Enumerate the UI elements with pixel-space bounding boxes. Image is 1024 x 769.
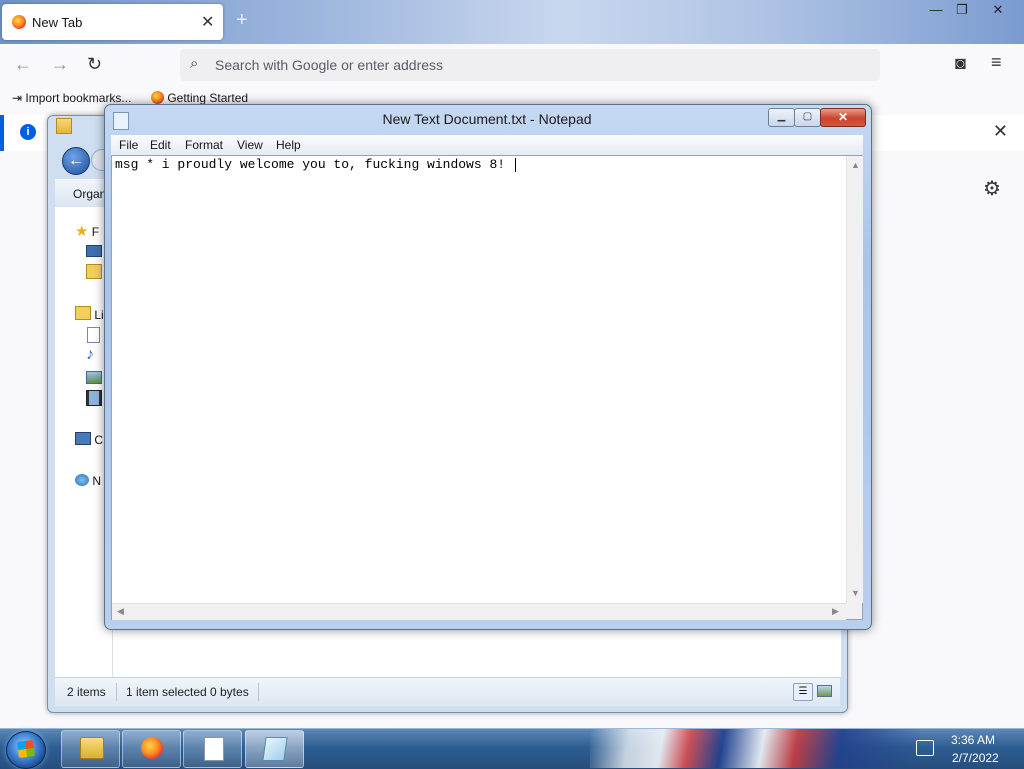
text-caret [515, 158, 516, 172]
computer-icon [75, 432, 91, 445]
nav-item-network[interactable]: N [75, 474, 101, 488]
scroll-down-icon[interactable]: ▼ [851, 588, 860, 598]
notepad-close-button[interactable]: ✕ [820, 108, 866, 127]
scroll-left-icon[interactable]: ◀ [117, 606, 124, 617]
restore-button[interactable]: ❐ [947, 0, 977, 20]
menu-help[interactable]: Help [276, 138, 301, 152]
nav-item-libraries[interactable]: Li [75, 306, 104, 322]
organize-button[interactable]: Organ [73, 187, 106, 201]
menu-format[interactable]: Format [185, 138, 223, 152]
pictures-icon[interactable] [86, 371, 102, 384]
star-icon: ★ [75, 223, 89, 240]
bookmark-label: Getting Started [167, 91, 249, 105]
address-placeholder: Search with Google or enter address [215, 57, 444, 73]
menu-file[interactable]: File [119, 138, 138, 152]
scroll-up-icon[interactable]: ▲ [851, 160, 860, 170]
nav-item-label: C [94, 433, 104, 447]
tab-title: New Tab [32, 15, 83, 30]
back-button[interactable]: ← [14, 54, 32, 75]
horizontal-scrollbar[interactable]: ◀ ▶ [112, 603, 846, 620]
notepad-title: New Text Document.txt - Notepad [382, 111, 592, 127]
vertical-scrollbar[interactable]: ▲ ▼ [846, 156, 863, 603]
resize-grip[interactable] [846, 603, 862, 619]
search-icon: ⌕ [190, 55, 199, 72]
preview-pane-icon[interactable] [817, 685, 832, 697]
start-button[interactable] [6, 731, 46, 769]
notepad-content: msg * i proudly welcome you to, fucking … [115, 157, 506, 172]
status-selection: 1 item selected [126, 685, 207, 699]
menu-view[interactable]: View [237, 138, 263, 152]
menu-edit[interactable]: Edit [150, 138, 171, 152]
clock-time[interactable]: 3:36 AM [951, 733, 995, 747]
bookmark-import[interactable]: ⇥ Import bookmarks... [12, 91, 131, 105]
notepad-icon [262, 737, 288, 761]
new-tab-button[interactable]: + [236, 9, 248, 32]
documents-icon[interactable] [87, 327, 100, 343]
menu-button[interactable]: ≡ [991, 52, 1002, 73]
notepad-text-area[interactable] [111, 155, 863, 620]
wallpaper-artwork [590, 729, 920, 768]
nav-item-favorites[interactable]: ★ F [75, 222, 99, 240]
network-icon [75, 474, 89, 486]
nav-item-label: Li [94, 308, 104, 322]
tab-close-button[interactable]: ✕ [201, 12, 214, 32]
status-separator [258, 683, 259, 701]
reload-button[interactable]: ↻ [87, 54, 102, 75]
address-bar[interactable]: ⌕ Search with Google or enter address [180, 49, 880, 81]
forward-button[interactable]: → [51, 54, 69, 75]
videos-icon[interactable] [86, 390, 102, 406]
info-icon: i [20, 124, 36, 140]
bookmark-getting-started[interactable]: Getting Started [151, 91, 248, 105]
taskbar-button-firefox[interactable] [122, 730, 181, 768]
tab-new-tab[interactable]: New Tab ✕ [2, 4, 223, 40]
details-view-icon[interactable]: ☰ [793, 683, 813, 701]
notepad-minimize-button[interactable]: ▁ [768, 108, 795, 127]
document-icon [204, 737, 224, 761]
nav-item-label: F [91, 225, 100, 239]
clock-date[interactable]: 2/7/2022 [952, 751, 999, 765]
close-button[interactable]: ✕ [983, 0, 1013, 20]
taskbar-button-notepad[interactable] [245, 730, 304, 768]
nav-item-label: N [92, 474, 102, 488]
firefox-icon [141, 737, 163, 759]
explorer-file-list[interactable] [112, 630, 841, 677]
nav-item-computer[interactable]: C [75, 432, 103, 447]
taskbar-button-document[interactable] [183, 730, 242, 768]
firefox-icon [12, 15, 26, 29]
status-separator [116, 683, 117, 701]
notification-close-button[interactable]: ✕ [993, 121, 1008, 142]
notepad-maximize-button[interactable]: ▢ [794, 108, 821, 127]
notepad-menu-bar [111, 135, 863, 156]
import-icon: ⇥ [12, 91, 23, 105]
status-size: 0 bytes [210, 685, 249, 699]
libraries-icon [75, 306, 91, 320]
folder-icon [56, 118, 72, 134]
downloads-icon[interactable] [86, 264, 102, 279]
music-icon[interactable]: ♪ [86, 346, 94, 364]
settings-gear-icon[interactable]: ⚙ [983, 176, 1001, 201]
desktop-icon[interactable] [86, 245, 102, 257]
scroll-right-icon[interactable]: ▶ [832, 606, 839, 617]
folder-icon [80, 737, 104, 759]
status-item-count: 2 items [67, 685, 106, 699]
pocket-icon[interactable]: ◙ [955, 53, 966, 74]
taskbar-button-explorer[interactable] [61, 730, 120, 768]
network-tray-icon[interactable] [916, 740, 934, 756]
explorer-back-button[interactable]: ← [62, 147, 90, 175]
firefox-icon [151, 91, 164, 104]
windows-logo-icon [16, 739, 36, 759]
bookmark-label: Import bookmarks... [25, 91, 132, 105]
